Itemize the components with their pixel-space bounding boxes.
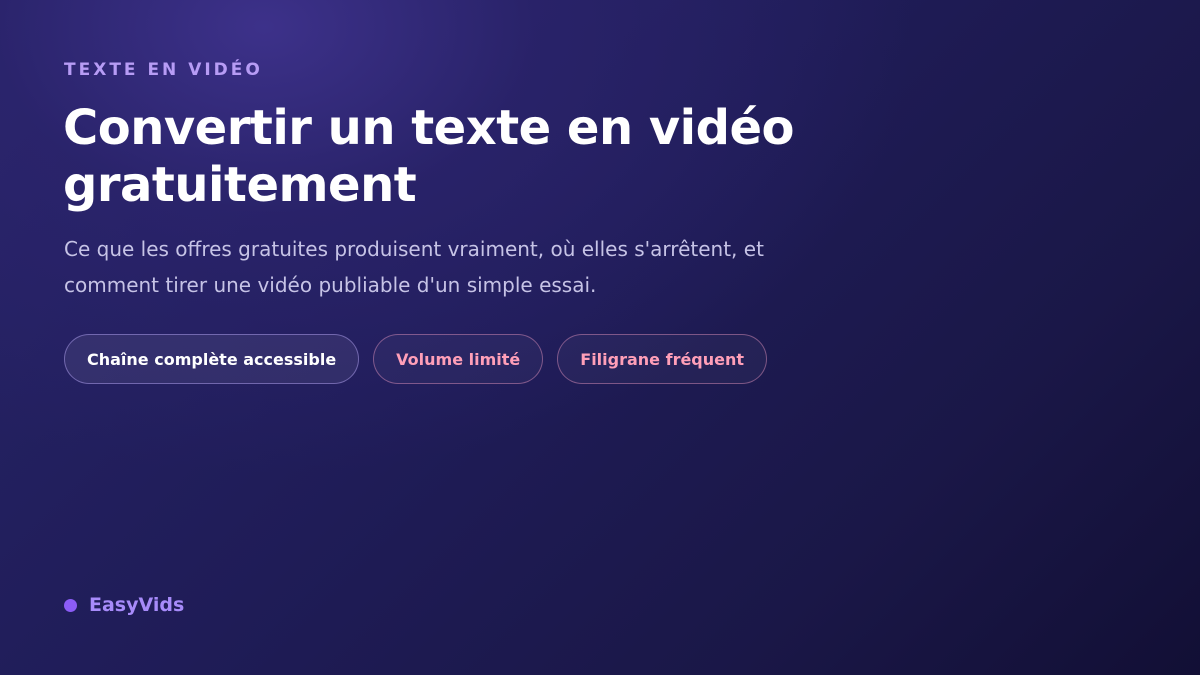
- eyebrow-label: TEXTE EN VIDÉO: [64, 60, 263, 80]
- brand-name: EasyVids: [89, 594, 185, 616]
- brand-dot-icon: [64, 598, 77, 612]
- page-title: Convertir un texte en vidéo gratuitement: [63, 100, 794, 213]
- page-subtitle: Ce que les offres gratuites produisent v…: [64, 237, 764, 297]
- tag-list: Chaîne complète accessible Volume limité…: [64, 334, 768, 384]
- tag-frequent-watermark[interactable]: Filigrane fréquent: [557, 334, 768, 384]
- tag-limited-volume[interactable]: Volume limité: [373, 334, 544, 384]
- brand: EasyVids: [64, 594, 184, 616]
- tag-full-chain-accessible[interactable]: Chaîne complète accessible: [64, 334, 360, 384]
